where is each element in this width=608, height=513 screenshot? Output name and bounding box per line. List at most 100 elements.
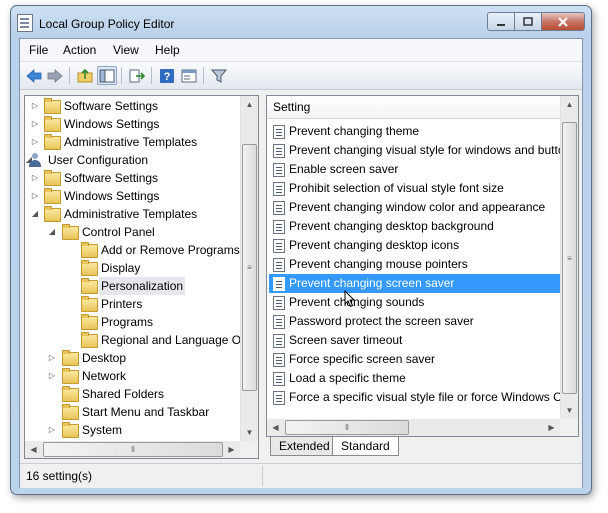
- settings-scroll-thumb[interactable]: ≡: [562, 122, 577, 394]
- setting-row[interactable]: Prohibit selection of visual style font …: [269, 179, 569, 198]
- setting-label: Prevent changing theme: [289, 124, 420, 138]
- folder-icon: [44, 188, 61, 204]
- export-list-button[interactable]: [127, 66, 147, 85]
- scroll-down-arrow[interactable]: ▼: [241, 424, 258, 441]
- collapsed-arrow-icon[interactable]: ▷: [30, 97, 40, 115]
- tree-item[interactable]: ▷ Network: [25, 367, 240, 385]
- tree-item-label: User Configuration: [48, 153, 149, 167]
- expanded-arrow-icon[interactable]: ◢: [30, 205, 40, 223]
- tree-vertical-scrollbar[interactable]: ▲ ≡ ▼: [240, 96, 258, 441]
- setting-row[interactable]: Load a specific theme: [269, 369, 569, 388]
- back-button[interactable]: [24, 66, 44, 85]
- settings-vertical-scrollbar[interactable]: ▲ ≡ ▼: [560, 96, 578, 419]
- scroll-left-arrow[interactable]: ◀: [267, 419, 284, 436]
- scroll-up-arrow[interactable]: ▲: [561, 96, 578, 113]
- tree-item[interactable]: Start Menu and Taskbar: [25, 403, 240, 421]
- settings-hscroll-thumb[interactable]: ⦀: [285, 420, 409, 435]
- setting-row[interactable]: Prevent changing desktop icons: [269, 236, 569, 255]
- collapsed-arrow-icon[interactable]: ▷: [47, 349, 57, 367]
- tree-item[interactable]: Personalization: [25, 277, 240, 295]
- setting-column-header[interactable]: Setting: [267, 96, 561, 119]
- scroll-right-arrow[interactable]: ▶: [543, 419, 560, 436]
- scroll-right-arrow[interactable]: ▶: [223, 441, 240, 458]
- collapsed-arrow-icon[interactable]: ▷: [30, 169, 40, 187]
- collapsed-arrow-icon[interactable]: ▷: [47, 421, 57, 439]
- setting-row[interactable]: Force a specific visual style file or fo…: [269, 388, 569, 407]
- setting-row[interactable]: Prevent changing sounds: [269, 293, 569, 312]
- tree-item[interactable]: ▷ Software Settings: [25, 169, 240, 187]
- tree-pane: ▷ Software Settings ▷ Windows Settings ▷ Admi…: [24, 95, 259, 459]
- tree-item[interactable]: ◢ Control Panel: [25, 223, 240, 241]
- setting-row[interactable]: Prevent changing mouse pointers: [269, 255, 569, 274]
- setting-row[interactable]: Prevent changing theme: [269, 122, 569, 141]
- setting-row[interactable]: Prevent changing desktop background: [269, 217, 569, 236]
- setting-label: Password protect the screen saver: [289, 314, 474, 328]
- setting-label: Prevent changing sounds: [289, 295, 425, 309]
- tree-item[interactable]: Printers: [25, 295, 240, 313]
- collapsed-arrow-icon[interactable]: ▷: [47, 367, 57, 385]
- expanded-arrow-icon[interactable]: ◢: [47, 223, 57, 241]
- setting-row[interactable]: Prevent changing visual style for window…: [269, 141, 569, 160]
- tree-horizontal-scrollbar[interactable]: ◀ ⦀ ▶: [25, 441, 240, 458]
- tree-item-label: Personalization: [99, 277, 186, 295]
- setting-label: Prevent changing desktop background: [289, 219, 494, 233]
- setting-label: Enable screen saver: [289, 162, 399, 176]
- tree-item[interactable]: Add or Remove Programs: [25, 241, 240, 259]
- setting-row[interactable]: Prevent changing screen saver: [269, 274, 569, 293]
- scroll-down-arrow[interactable]: ▼: [561, 402, 578, 419]
- settings-horizontal-scrollbar[interactable]: ◀ ⦀ ▶: [267, 419, 560, 436]
- show-hide-tree-button[interactable]: [97, 66, 117, 85]
- folder-icon: [62, 404, 79, 420]
- collapsed-arrow-icon[interactable]: ▷: [30, 187, 40, 205]
- view-tabs: Extended Standard: [266, 437, 577, 457]
- policy-setting-icon: [273, 182, 285, 196]
- setting-row[interactable]: Password protect the screen saver: [269, 312, 569, 331]
- tree-item[interactable]: Programs: [25, 313, 240, 331]
- folder-icon: [62, 224, 79, 240]
- tree-item[interactable]: Shared Folders: [25, 385, 240, 403]
- setting-row[interactable]: Enable screen saver: [269, 160, 569, 179]
- minimize-button[interactable]: [487, 12, 514, 31]
- scroll-corner: [240, 441, 258, 458]
- tree-item[interactable]: ▷ Windows Settings: [25, 115, 240, 133]
- tree-item[interactable]: ▷ Software Settings: [25, 97, 240, 115]
- filter-button[interactable]: [209, 66, 229, 85]
- menu-file[interactable]: File: [29, 43, 48, 57]
- tree-item[interactable]: ▷ Windows Settings: [25, 187, 240, 205]
- toolbar-separator: [69, 67, 70, 84]
- collapsed-arrow-icon[interactable]: ▷: [30, 115, 40, 133]
- scroll-left-arrow[interactable]: ◀: [25, 441, 42, 458]
- tree-item[interactable]: Regional and Language Options: [25, 331, 258, 349]
- setting-row[interactable]: Prevent changing window color and appear…: [269, 198, 569, 217]
- status-separator: [262, 466, 263, 486]
- tree-item[interactable]: ◢ User Configuration: [25, 151, 240, 169]
- maximize-button[interactable]: [514, 12, 542, 31]
- forward-button[interactable]: [45, 66, 65, 85]
- setting-row[interactable]: Screen saver timeout: [269, 331, 569, 350]
- title-bar[interactable]: Local Group Policy Editor: [11, 6, 591, 36]
- folder-icon: [44, 170, 61, 186]
- menu-action[interactable]: Action: [63, 43, 96, 57]
- tab-standard[interactable]: Standard: [332, 437, 399, 456]
- up-one-level-button[interactable]: [75, 66, 95, 85]
- tree-item[interactable]: ▷ Desktop: [25, 349, 240, 367]
- help-icon: ?: [160, 68, 174, 83]
- folder-icon: [62, 368, 79, 384]
- help-button[interactable]: ?: [157, 66, 177, 85]
- tab-extended[interactable]: Extended: [270, 437, 339, 456]
- tree-item[interactable]: ◢ Administrative Templates: [25, 205, 240, 223]
- menu-help[interactable]: Help: [155, 43, 180, 57]
- tree-scroll-thumb[interactable]: ≡: [242, 144, 257, 391]
- tree-item[interactable]: ▷ System: [25, 421, 240, 439]
- setting-label: Prevent changing desktop icons: [289, 238, 460, 252]
- menu-view[interactable]: View: [113, 43, 139, 57]
- close-button[interactable]: [542, 12, 585, 31]
- scroll-up-arrow[interactable]: ▲: [241, 96, 258, 113]
- tree-item[interactable]: ▷ Administrative Templates: [25, 133, 240, 151]
- collapsed-arrow-icon[interactable]: ▷: [30, 133, 40, 151]
- properties-button[interactable]: [179, 66, 199, 85]
- tree-item-label: Display: [101, 261, 141, 275]
- tree-item[interactable]: Display: [25, 259, 240, 277]
- setting-row[interactable]: Force specific screen saver: [269, 350, 569, 369]
- tree-hscroll-thumb[interactable]: ⦀: [43, 442, 223, 457]
